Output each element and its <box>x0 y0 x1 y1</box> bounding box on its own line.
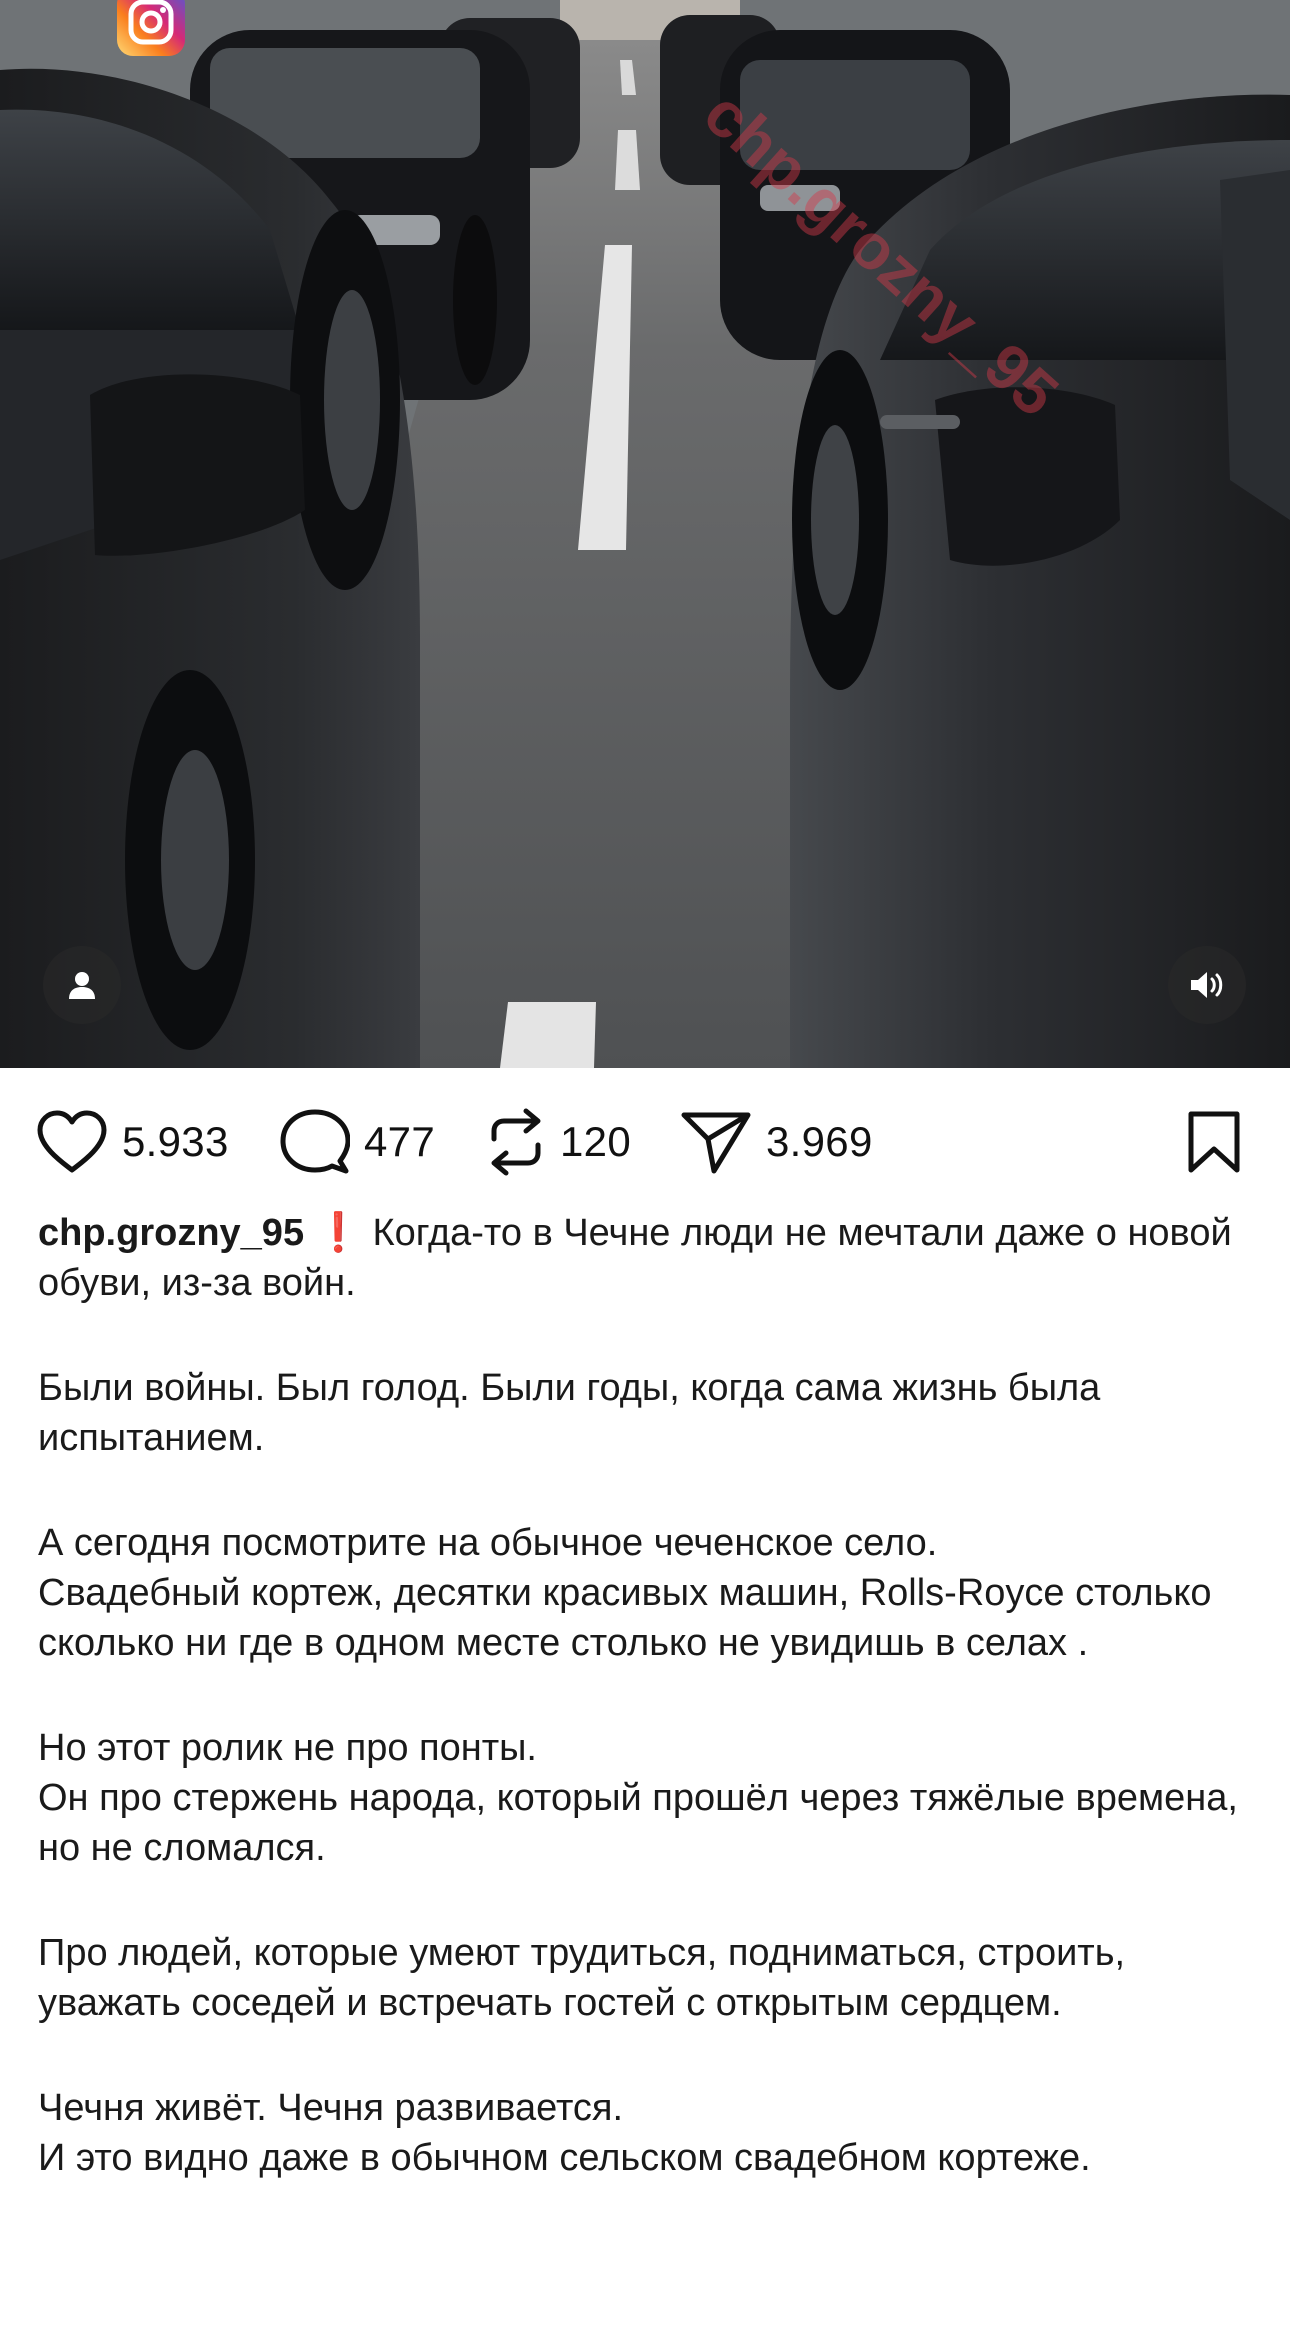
caption-paragraph-5: Чечня живёт. Чечня развивается. И это вид… <box>38 2083 1263 2183</box>
share-count: 3.969 <box>766 1118 873 1165</box>
comment-button[interactable]: 477 <box>280 1106 435 1178</box>
user-icon <box>69 972 95 999</box>
post-video[interactable]: chp.grozny_95 <box>0 0 1290 1068</box>
caption-paragraph-5-line-2: И это видно даже в обычном сельском свад… <box>38 2137 1091 2179</box>
save-button[interactable] <box>1186 1106 1242 1178</box>
exclamation-emoji: ❗ <box>314 1212 362 1254</box>
post-action-bar: 5.933 477 120 3.969 <box>0 1068 1290 1214</box>
repost-icon <box>491 1108 541 1176</box>
repost-button[interactable]: 120 <box>486 1106 631 1178</box>
bookmark-icon <box>1188 1111 1240 1173</box>
like-count: 5.933 <box>122 1118 229 1165</box>
instagram-icon <box>117 0 185 58</box>
caption-paragraph-3-line-1: Но этот ролик не про понты. <box>38 1727 537 1769</box>
caption-paragraph-3: Но этот ролик не про понты. Он про стерже… <box>38 1723 1263 1873</box>
sound-toggle-button[interactable] <box>1168 946 1246 1024</box>
speaker-icon <box>1191 972 1223 998</box>
tagged-users-button[interactable] <box>43 946 121 1024</box>
repost-count: 120 <box>560 1118 631 1165</box>
caption-paragraph-2: А сегодня посмотрите на обычное чеченско… <box>38 1518 1263 1668</box>
caption-paragraph-5-line-1: Чечня живёт. Чечня развивается. <box>38 2087 624 2129</box>
video-frame-cars: chp.grozny_95 <box>0 0 1290 1068</box>
caption-lead: chp.grozny_95 ❗ Когда-то в Чечне люди не… <box>38 1208 1263 1308</box>
like-button[interactable]: 5.933 <box>36 1106 229 1178</box>
caption-paragraph-3-line-2: Он про стержень народа, который прошёл ч… <box>38 1777 1238 1869</box>
caption-paragraph-4: Про людей, которые умеют трудиться, подн… <box>38 1932 1126 2024</box>
share-button[interactable]: 3.969 <box>680 1106 873 1178</box>
caption-paragraph-2-line-2: Свадебный кортеж, десятки красивых машин… <box>38 1572 1212 1664</box>
author-username[interactable]: chp.grozny_95 <box>38 1212 304 1254</box>
send-icon <box>681 1112 751 1174</box>
heart-icon <box>37 1110 107 1173</box>
post-caption: chp.grozny_95 ❗ Когда-то в Чечне люди не… <box>38 1208 1263 2238</box>
comment-count: 477 <box>364 1118 435 1165</box>
comment-bubble-icon <box>280 1109 350 1174</box>
caption-paragraph-2-line-1: А сегодня посмотрите на обычное чеченско… <box>38 1522 938 1564</box>
caption-paragraph-1: Были войны. Был голод. Были годы, когда … <box>38 1367 1101 1459</box>
